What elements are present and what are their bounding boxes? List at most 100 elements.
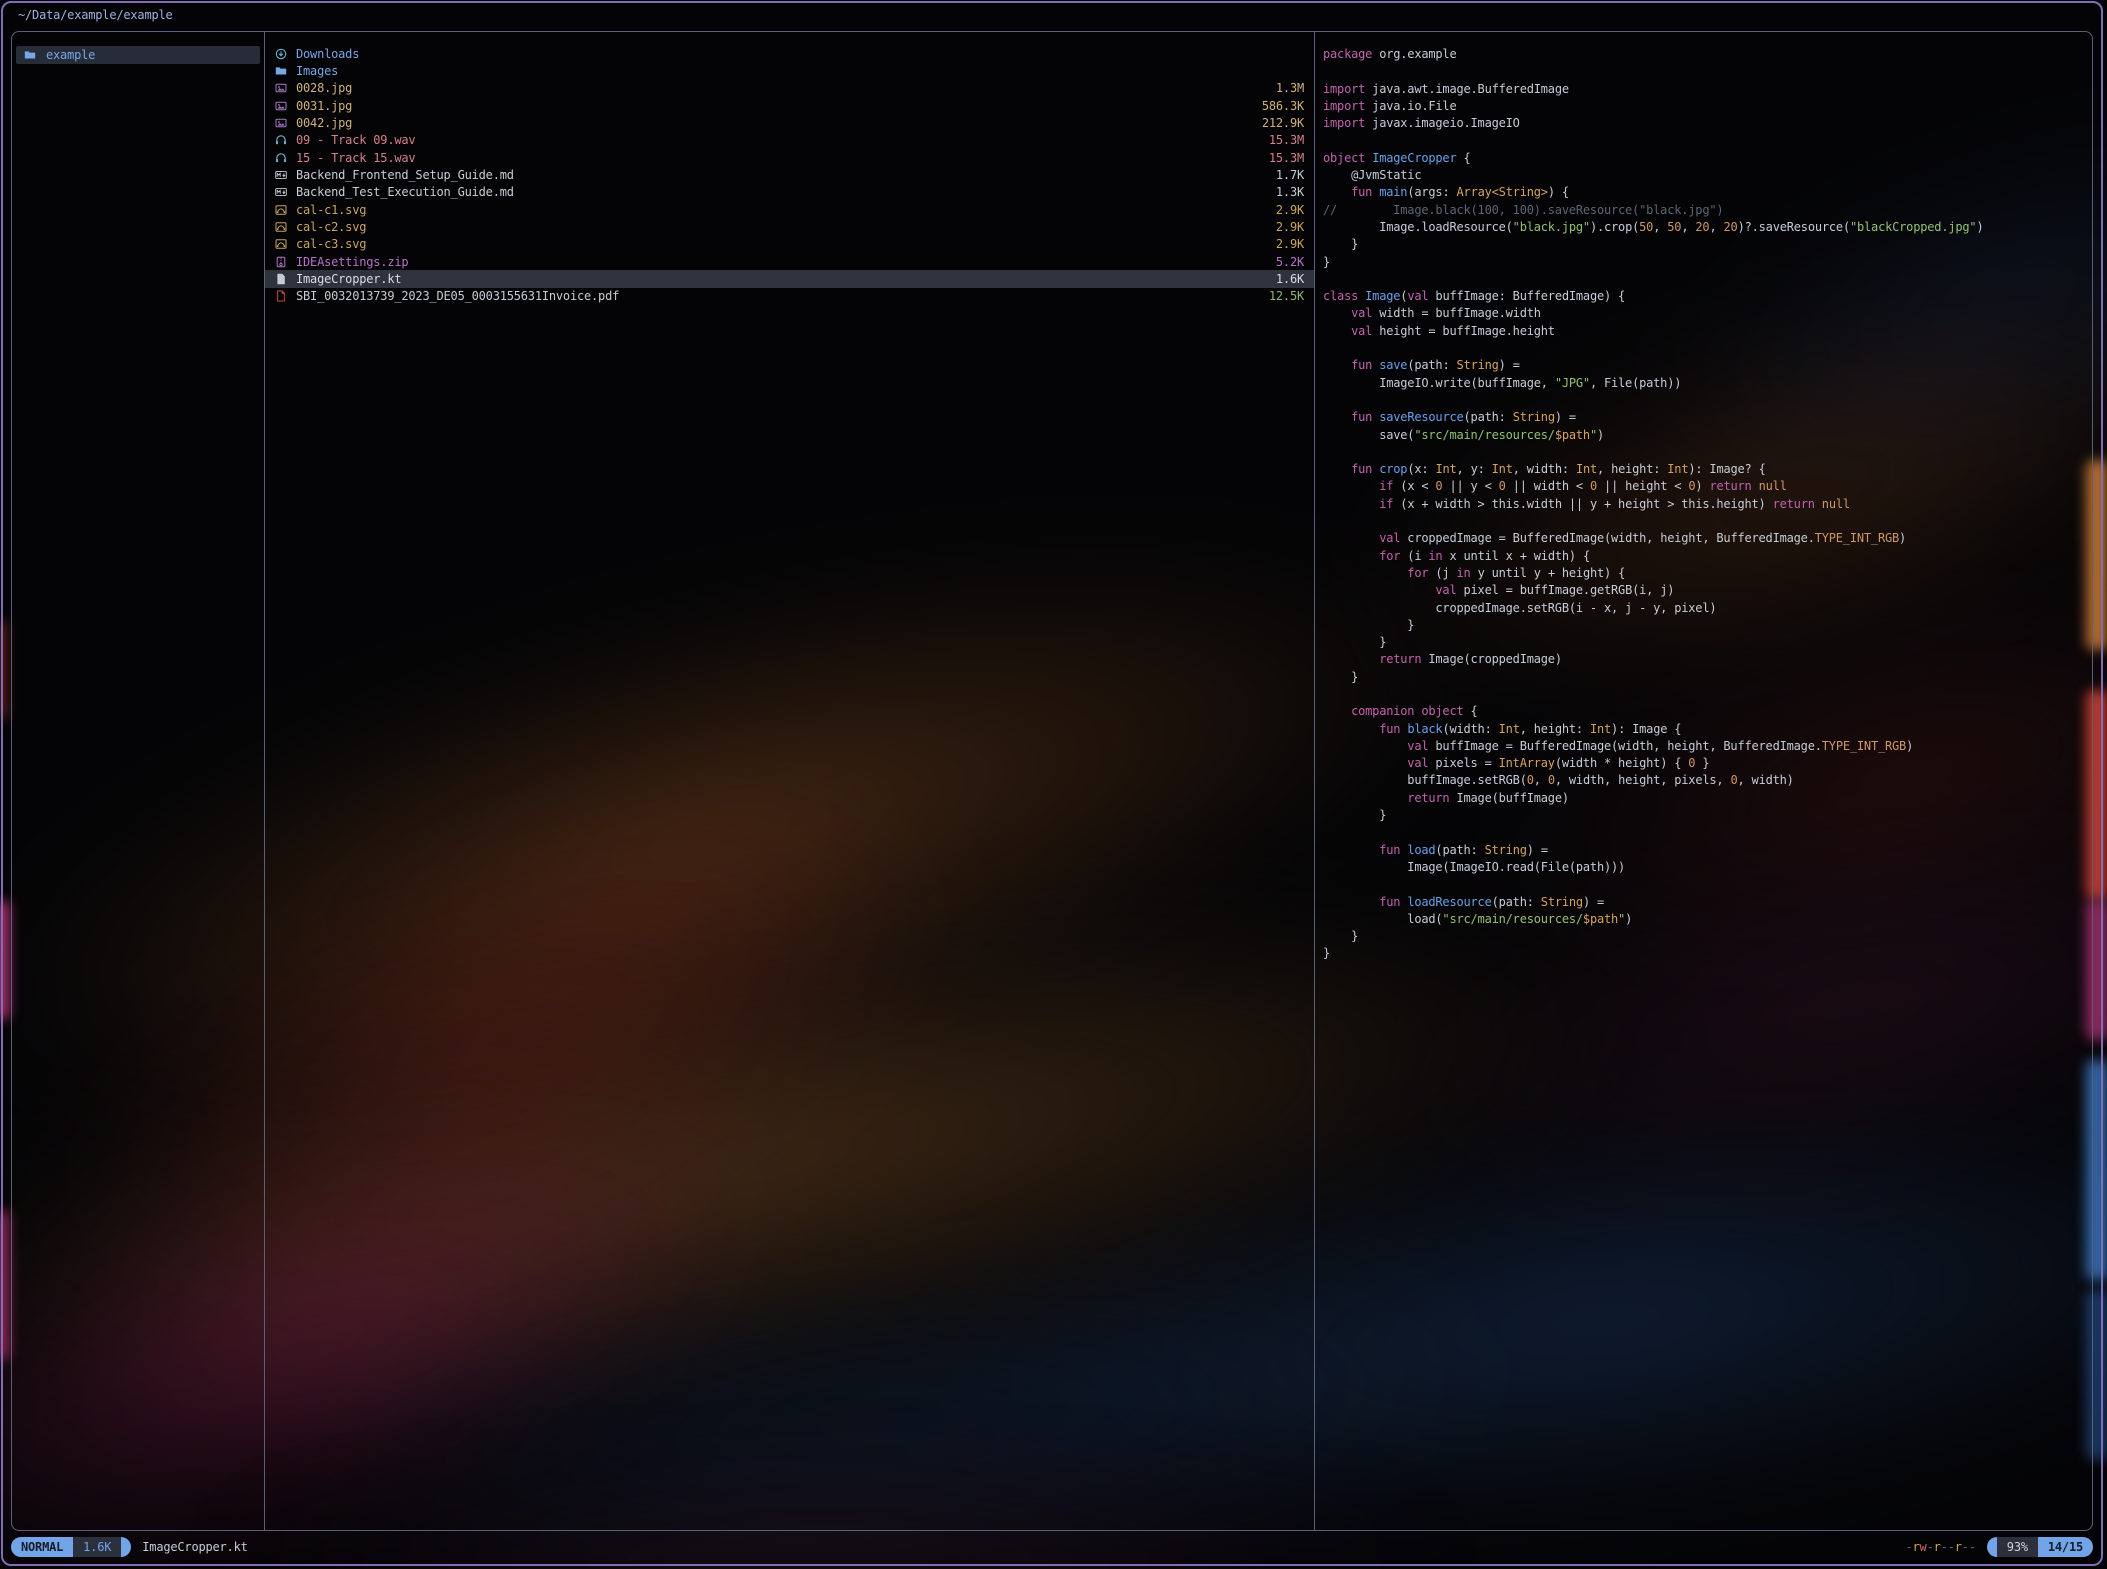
file-size: 1.3M xyxy=(1276,81,1304,95)
code-line: fun main(args: Array<String>) { xyxy=(1323,184,2092,201)
code-line: val pixel = buffImage.getRGB(i, j) xyxy=(1323,582,2092,599)
statusbar-right: -rw-r--r-- 93% 14/15 xyxy=(1905,1537,2093,1557)
folder-icon xyxy=(275,65,289,77)
parent-item-example[interactable]: example xyxy=(16,46,260,64)
file-icon xyxy=(275,273,289,285)
file-size: 2.9K xyxy=(1276,237,1304,251)
file-row-1[interactable]: Downloads xyxy=(265,45,1314,62)
file-row-4[interactable]: 0031.jpg 586.3K xyxy=(265,97,1314,114)
file-name: SBI_0032013739_2023_DE05_0003155631Invoi… xyxy=(296,289,1261,303)
pill-cap-icon xyxy=(121,1537,131,1557)
current-pane: DownloadsImages 0028.jpg 1.3M 0031.jpg 586.3… xyxy=(264,32,1314,1530)
file-row-13[interactable]: IDEAsettings.zip5.2K xyxy=(265,253,1314,270)
code-line: save("src/main/resources/$path") xyxy=(1323,427,2092,444)
parent-pane: example xyxy=(12,32,264,1530)
code-line xyxy=(1323,340,2092,357)
file-name: 0031.jpg xyxy=(296,99,1254,113)
pdf-icon xyxy=(275,290,289,302)
code-line: Image(ImageIO.read(File(path))) xyxy=(1323,859,2092,876)
file-name: 0028.jpg xyxy=(296,81,1268,95)
archive-icon xyxy=(275,256,289,268)
position-pill: 93% 14/15 xyxy=(1987,1537,2093,1557)
file-row-3[interactable]: 0028.jpg 1.3M xyxy=(265,80,1314,97)
code-line: } xyxy=(1323,807,2092,824)
file-size: 586.3K xyxy=(1262,99,1304,113)
file-name: 09 - Track 09.wav xyxy=(296,133,1261,147)
file-name: 0042.jpg xyxy=(296,116,1254,130)
code-line: @JvmStatic xyxy=(1323,167,2092,184)
code-line: fun crop(x: Int, y: Int, width: Int, hei… xyxy=(1323,461,2092,478)
code-line: fun load(path: String) = xyxy=(1323,842,2092,859)
yazi-panes: example DownloadsImages 0028.jpg 1.3M 0031.… xyxy=(11,31,2093,1531)
code-line: } xyxy=(1323,634,2092,651)
file-size: 212.9K xyxy=(1262,116,1304,130)
code-line xyxy=(1323,392,2092,409)
file-row-5[interactable]: 0042.jpg 212.9K xyxy=(265,114,1314,131)
code-line: val pixels = IntArray(width * height) { … xyxy=(1323,755,2092,772)
image-icon xyxy=(275,82,289,94)
mode-badge: NORMAL xyxy=(11,1537,73,1557)
image-icon xyxy=(275,117,289,129)
code-line: val width = buffImage.width xyxy=(1323,305,2092,322)
code-line: import java.io.File xyxy=(1323,98,2092,115)
code-line: ImageIO.write(buffImage, "JPG", File(pat… xyxy=(1323,375,2092,392)
code-line: Image.loadResource("black.jpg").crop(50,… xyxy=(1323,219,2092,236)
code-line: import java.awt.image.BufferedImage xyxy=(1323,81,2092,98)
code-line: val height = buffImage.height xyxy=(1323,323,2092,340)
vector-icon xyxy=(275,221,289,233)
statusbar-filename: ImageCropper.kt xyxy=(142,1540,247,1554)
file-name: 15 - Track 15.wav xyxy=(296,151,1261,165)
code-line: val croppedImage = BufferedImage(width, … xyxy=(1323,530,2092,547)
code-line: } xyxy=(1323,254,2092,271)
file-row-10[interactable]: cal-c1.svg 2.9K xyxy=(265,201,1314,218)
code-line: for (j in y until y + height) { xyxy=(1323,565,2092,582)
vector-icon xyxy=(275,238,289,250)
code-line xyxy=(1323,686,2092,703)
file-size: 15.3M xyxy=(1269,151,1304,165)
code-line: } xyxy=(1323,928,2092,945)
file-size: 1.3K xyxy=(1276,185,1304,199)
code-line: // Image.black(100, 100).saveResource("b… xyxy=(1323,202,2092,219)
file-name: cal-c1.svg xyxy=(296,203,1268,217)
code-line: fun black(width: Int, height: Int): Imag… xyxy=(1323,721,2092,738)
code-line: package org.example xyxy=(1323,46,2092,63)
position-badge: 14/15 xyxy=(2038,1537,2093,1557)
file-size: 5.2K xyxy=(1276,255,1304,269)
file-row-6[interactable]: 09 - Track 09.wav15.3M xyxy=(265,132,1314,149)
file-name: ImageCropper.kt xyxy=(296,272,1268,286)
audio-icon xyxy=(275,134,289,146)
file-row-2[interactable]: Images xyxy=(265,62,1314,79)
code-line: if (x < 0 || y < 0 || width < 0 || heigh… xyxy=(1323,478,2092,495)
file-row-15[interactable]: SBI_0032013739_2023_DE05_0003155631Invoi… xyxy=(265,288,1314,305)
file-size: 1.6K xyxy=(1276,272,1304,286)
file-row-7[interactable]: 15 - Track 15.wav 15.3M xyxy=(265,149,1314,166)
code-line xyxy=(1323,824,2092,841)
code-line xyxy=(1323,444,2092,461)
folder-icon xyxy=(24,49,38,61)
code-line: fun loadResource(path: String) = xyxy=(1323,894,2092,911)
audio-icon xyxy=(275,152,289,164)
file-row-11[interactable]: cal-c2.svg2.9K xyxy=(265,218,1314,235)
code-line: } xyxy=(1323,669,2092,686)
code-preview-pane: package org.example import java.awt.imag… xyxy=(1314,32,2092,1530)
code-line xyxy=(1323,132,2092,149)
code-line: if (x + width > this.width || y + height… xyxy=(1323,496,2092,513)
file-row-12[interactable]: cal-c3.svg2.9K xyxy=(265,236,1314,253)
file-name: Backend_Frontend_Setup_Guide.md xyxy=(296,168,1268,182)
file-row-14[interactable]: ImageCropper.kt 1.6K xyxy=(265,270,1314,287)
code-line: companion object { xyxy=(1323,703,2092,720)
vector-icon xyxy=(275,204,289,216)
image-icon xyxy=(275,100,289,112)
file-row-9[interactable]: Backend_Test_Execution_Guide.md1.3K xyxy=(265,184,1314,201)
code-line: croppedImage.setRGB(i - x, j - y, pixel) xyxy=(1323,600,2092,617)
code-line: object ImageCropper { xyxy=(1323,150,2092,167)
status-bar: NORMAL 1.6K ImageCropper.kt -rw-r--r-- 9… xyxy=(11,1534,2093,1560)
file-row-8[interactable]: Backend_Frontend_Setup_Guide.md1.7K xyxy=(265,166,1314,183)
code-line: val buffImage = BufferedImage(width, hei… xyxy=(1323,738,2092,755)
code-line: return Image(buffImage) xyxy=(1323,790,2092,807)
markdown-icon xyxy=(275,169,289,181)
code-line: import javax.imageio.ImageIO xyxy=(1323,115,2092,132)
code-line: for (i in x until x + width) { xyxy=(1323,548,2092,565)
parent-item-label: example xyxy=(46,48,95,62)
file-size: 2.9K xyxy=(1276,203,1304,217)
